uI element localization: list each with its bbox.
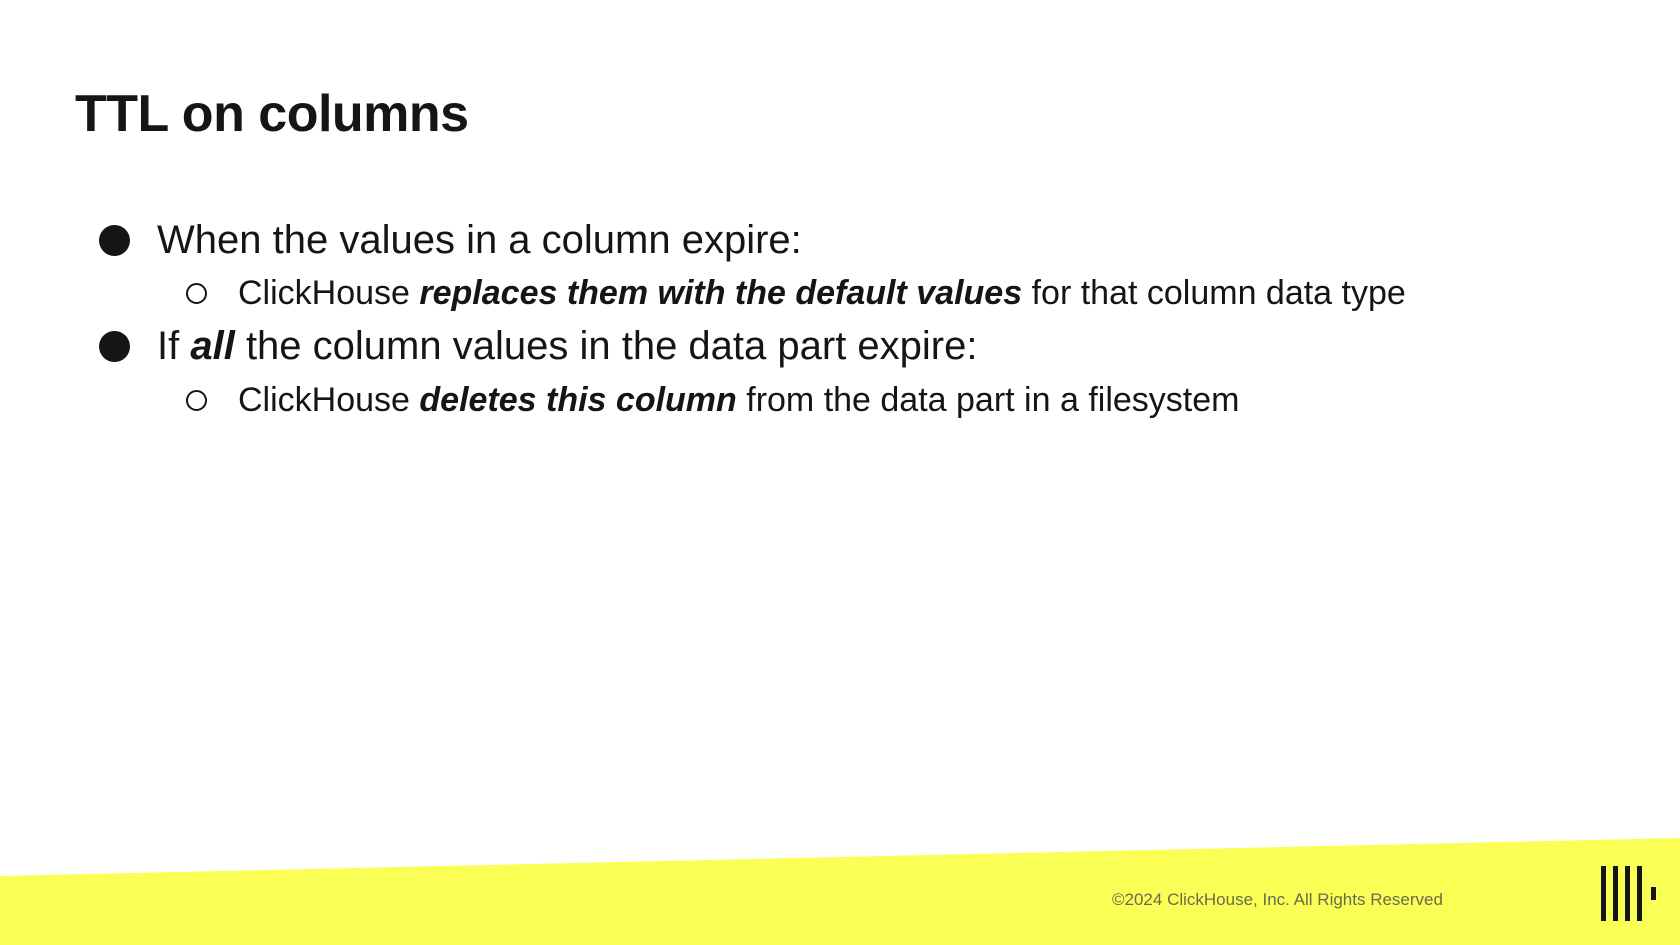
bullet-item: If all the column values in the data par… — [99, 324, 977, 369]
bullet-text: ClickHouse replaces them with the defaul… — [238, 274, 1406, 313]
bullet-text-emphasis: all — [190, 324, 235, 368]
copyright-text: ©2024 ClickHouse, Inc. All Rights Reserv… — [1112, 890, 1443, 909]
bullet-dot-icon — [99, 331, 130, 362]
bullet-dot-icon — [99, 225, 130, 256]
bullet-text-part: for that column data type — [1022, 274, 1406, 312]
bullet-text-emphasis: deletes this column — [419, 381, 737, 419]
sub-bullet-item: ClickHouse replaces them with the defaul… — [186, 274, 1406, 313]
clickhouse-bars-icon — [1601, 866, 1656, 921]
bullet-text-part: from the data part in a filesystem — [736, 381, 1240, 419]
bullet-text-part: ClickHouse — [238, 274, 420, 312]
bullet-circle-icon — [186, 390, 207, 411]
bullet-item: When the values in a column expire: — [99, 218, 802, 263]
bullet-circle-icon — [186, 283, 207, 304]
bullet-text: If all the column values in the data par… — [157, 324, 977, 369]
sub-bullet-item: ClickHouse deletes this column from the … — [186, 381, 1239, 420]
bullet-text-part: ClickHouse — [238, 381, 420, 419]
bullet-text: ClickHouse deletes this column from the … — [238, 381, 1239, 420]
bullet-text-part: the column values in the data part expir… — [234, 324, 978, 368]
bullet-text-emphasis: replaces them with the default values — [419, 274, 1023, 312]
bullet-text-part: If — [157, 324, 191, 368]
slide-title: TTL on columns — [75, 85, 469, 143]
bullet-text: When the values in a column expire: — [157, 218, 802, 262]
